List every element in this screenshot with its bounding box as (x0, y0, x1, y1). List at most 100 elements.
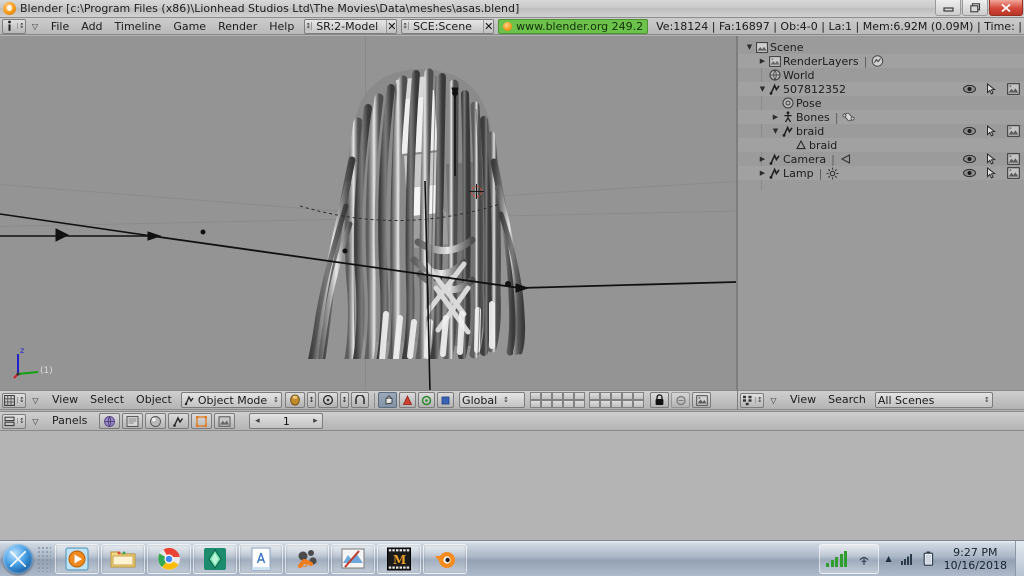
layer-bottom-cell-5[interactable] (633, 392, 645, 400)
screen-selector[interactable]: ↕ SR:2-Model ✕ (304, 18, 398, 34)
menu-game[interactable]: Game (167, 19, 212, 34)
layer-bottom-cell-4[interactable] (622, 392, 634, 400)
layer-bottom-cell-1[interactable] (589, 392, 601, 400)
battery-icon[interactable] (923, 551, 934, 566)
visibility-eye-icon[interactable] (963, 167, 976, 179)
menu-timeline[interactable]: Timeline (109, 19, 168, 34)
draw-type-spinner[interactable]: ↕ (307, 392, 317, 408)
taskbar-item-notepad[interactable] (239, 543, 283, 574)
layer-top-cell-9[interactable] (563, 400, 575, 408)
layer-bottom-cell-6[interactable] (589, 400, 601, 408)
tray-signal-group[interactable] (819, 543, 880, 574)
taskbar-item-sketchup[interactable]: S (285, 543, 329, 574)
visibility-eye-icon[interactable] (963, 153, 976, 165)
layer-bottom-cell-3[interactable] (611, 392, 623, 400)
scene-selector-spinner-icon[interactable]: ↕ (402, 22, 410, 30)
layer-top-cell-8[interactable] (552, 400, 564, 408)
object-context-button[interactable] (168, 413, 190, 429)
taskbar-item-media-player[interactable] (55, 543, 99, 574)
visibility-eye-icon[interactable] (963, 125, 976, 137)
screen-selector-spinner-icon[interactable]: ↕ (305, 22, 313, 30)
taskbar-item-blender[interactable] (423, 543, 467, 574)
visibility-eye-icon[interactable] (963, 83, 976, 95)
scene-link-button[interactable] (671, 392, 691, 408)
taskbar-item-paint[interactable] (331, 543, 375, 574)
outliner-row-scene[interactable]: ▼ Scene (738, 40, 1024, 54)
render-preview-button[interactable] (692, 392, 712, 408)
layer-top-cell-1[interactable] (530, 392, 542, 400)
snap-toggle-button[interactable] (351, 392, 370, 408)
outliner-menu-view[interactable]: View (784, 392, 822, 408)
outliner-row-lamp[interactable]: ▶ Lamp | (738, 166, 1024, 180)
draw-type-button[interactable] (285, 392, 306, 408)
taskbar-item-the-sims[interactable] (193, 543, 237, 574)
viewport-menu-object[interactable]: Object (130, 392, 178, 408)
scene-selector[interactable]: ↕ SCE:Scene ✕ (401, 18, 495, 34)
layer-top-cell-3[interactable] (552, 392, 564, 400)
layer-top-cell-2[interactable] (541, 392, 553, 400)
outliner-row-world[interactable]: World (738, 68, 1024, 82)
shading-context-button[interactable] (145, 413, 167, 429)
viewport-menu-view[interactable]: View (46, 392, 84, 408)
outliner-row-bones[interactable]: ▶ Bones | (738, 110, 1024, 124)
manipulator-toggle-button[interactable] (378, 392, 398, 408)
expand-triangle-right-icon[interactable]: ▶ (757, 169, 768, 177)
script-context-button[interactable] (122, 413, 144, 429)
logic-context-button[interactable] (99, 413, 121, 429)
close-button[interactable] (989, 0, 1023, 16)
buttons-properties-area[interactable] (0, 432, 1024, 540)
menu-file[interactable]: File (45, 19, 75, 34)
bone-data-icon[interactable] (842, 111, 855, 123)
viewport-pulldown-arrow-icon[interactable]: ▽ (29, 396, 42, 405)
taskbar-item-the-movies[interactable]: M (377, 543, 421, 574)
selectable-cursor-icon[interactable] (985, 83, 998, 95)
layer-top-cell-4[interactable] (563, 392, 575, 400)
renderable-icon[interactable] (1007, 125, 1020, 137)
scene-delete-button[interactable]: ✕ (483, 19, 494, 33)
outliner-row-507812352[interactable]: ▼ 507812352 (738, 82, 1024, 96)
outliner-menu-search[interactable]: Search (822, 392, 872, 408)
rotate-manipulator-button[interactable] (418, 392, 436, 408)
buttons-menu-panels[interactable]: Panels (46, 413, 93, 429)
editing-context-button[interactable] (191, 413, 213, 429)
editor-type-button-info[interactable]: ↕ (2, 18, 26, 34)
expand-triangle-right-icon[interactable]: ▶ (770, 113, 781, 121)
show-desktop-button[interactable] (1015, 540, 1024, 576)
screen-delete-button[interactable]: ✕ (386, 19, 397, 33)
layer-bottom-cell-9[interactable] (622, 400, 634, 408)
transform-orientation-selector[interactable]: Global ↕ (459, 392, 526, 408)
layer-bottom-cell-2[interactable] (600, 392, 612, 400)
outliner-display-mode-selector[interactable]: All Scenes ↕ (874, 392, 993, 408)
outliner-row-pose[interactable]: Pose (738, 96, 1024, 110)
layer-top-cell-6[interactable] (530, 400, 542, 408)
lamp-data-icon[interactable] (826, 167, 839, 179)
scene-context-button[interactable] (214, 413, 236, 429)
renderlayer-data-icon[interactable] (871, 55, 884, 67)
translate-manipulator-button[interactable] (399, 392, 417, 408)
outliner-row-braid[interactable]: ▼ braid (738, 124, 1024, 138)
selectable-cursor-icon[interactable] (985, 167, 998, 179)
header-pulldown-arrow-icon[interactable]: ▽ (29, 22, 41, 31)
lock-layers-button[interactable] (650, 392, 670, 408)
taskbar-item-windows-explorer[interactable] (101, 543, 145, 574)
taskbar-clock[interactable]: 9:27 PM 10/16/2018 (944, 546, 1007, 572)
pivot-point-button[interactable] (318, 392, 339, 408)
layer-bottom-cell-10[interactable] (633, 400, 645, 408)
expand-triangle-down-icon[interactable]: ▼ (744, 43, 755, 51)
expand-triangle-down-icon[interactable]: ▼ (757, 85, 768, 93)
viewport-menu-select[interactable]: Select (84, 392, 130, 408)
layer-buttons[interactable] (530, 392, 648, 408)
taskbar-item-google-chrome[interactable] (147, 543, 191, 574)
3d-viewport[interactable]: z (1) (0, 36, 736, 390)
layer-top-cell-10[interactable] (574, 400, 586, 408)
expand-triangle-right-icon[interactable]: ▶ (757, 57, 768, 65)
renderable-icon[interactable] (1007, 153, 1020, 165)
menu-add[interactable]: Add (75, 19, 108, 34)
renderable-icon[interactable] (1007, 167, 1020, 179)
outliner-pulldown-arrow-icon[interactable]: ▽ (767, 396, 780, 405)
start-button[interactable] (3, 543, 33, 574)
editor-type-button-3dview[interactable]: ↕ (2, 392, 26, 408)
layer-bottom-cell-8[interactable] (611, 400, 623, 408)
camera-data-icon[interactable] (839, 153, 852, 165)
selectable-cursor-icon[interactable] (985, 153, 998, 165)
